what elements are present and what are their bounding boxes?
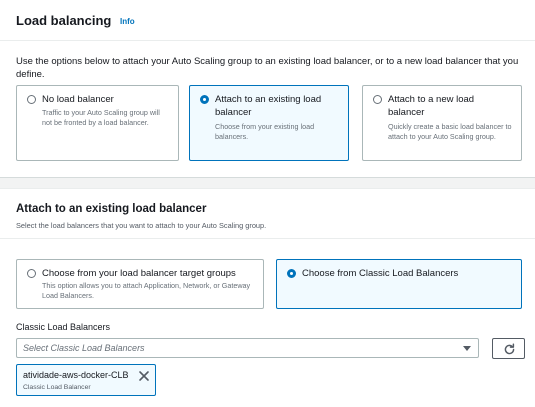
refresh-icon — [504, 343, 515, 355]
attach-existing-description: Select the load balancers that you want … — [16, 221, 267, 230]
option-attach-new[interactable]: Attach to a new load balancer Quickly cr… — [362, 85, 522, 161]
option-title: Attach to a new load balancer — [388, 94, 475, 118]
page: Load balancing Info Use the options belo… — [0, 0, 535, 407]
load-balancing-header: Load balancing Info — [16, 13, 135, 28]
option-classic-load-balancers[interactable]: Choose from Classic Load Balancers — [276, 259, 522, 309]
option-description: This option allows you to attach Applica… — [42, 281, 251, 300]
attach-existing-title: Attach to an existing load balancer — [16, 203, 207, 215]
load-balancing-title: Load balancing — [16, 13, 112, 28]
info-link[interactable]: Info — [120, 17, 135, 26]
header-divider — [0, 40, 535, 41]
caret-down-icon — [463, 346, 471, 351]
load-balancing-panel: Load balancing Info Use the options belo… — [0, 0, 535, 178]
token-label: atividade-aws-docker-CLB — [23, 370, 129, 380]
option-no-load-balancer[interactable]: No load balancer Traffic to your Auto Sc… — [16, 85, 179, 161]
radio-attach-existing[interactable] — [200, 95, 209, 104]
option-title: Choose from your load balancer target gr… — [42, 268, 236, 279]
selected-load-balancer-token: atividade-aws-docker-CLB Classic Load Ba… — [16, 364, 156, 396]
token-sublabel: Classic Load Balancer — [23, 384, 91, 391]
option-title: No load balancer — [42, 94, 114, 105]
radio-no-load-balancer[interactable] — [27, 95, 36, 104]
classic-load-balancers-label: Classic Load Balancers — [16, 322, 111, 332]
option-description: Traffic to your Auto Scaling group will … — [42, 108, 160, 127]
option-description: Choose from your existing load balancers… — [215, 122, 315, 141]
option-description: Quickly create a basic load balancer to … — [388, 122, 512, 141]
option-title: Attach to an existing load balancer — [215, 94, 322, 118]
radio-attach-new[interactable] — [373, 95, 382, 104]
close-icon[interactable] — [138, 370, 150, 382]
section-divider — [0, 238, 535, 239]
option-title: Choose from Classic Load Balancers — [302, 268, 459, 279]
refresh-button[interactable] — [492, 338, 525, 359]
radio-target-groups[interactable] — [27, 269, 36, 278]
option-target-groups[interactable]: Choose from your load balancer target gr… — [16, 259, 264, 309]
load-balancing-intro: Use the options below to attach your Aut… — [16, 56, 519, 80]
classic-load-balancers-select[interactable]: Select Classic Load Balancers — [16, 338, 479, 358]
option-attach-existing[interactable]: Attach to an existing load balancer Choo… — [189, 85, 349, 161]
radio-classic-load-balancers[interactable] — [287, 269, 296, 278]
select-placeholder: Select Classic Load Balancers — [23, 343, 145, 353]
